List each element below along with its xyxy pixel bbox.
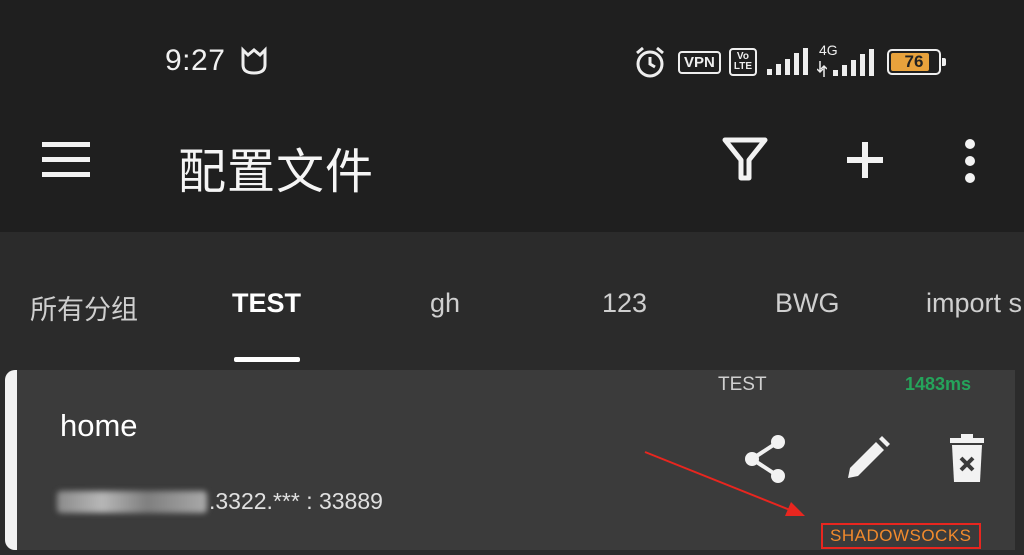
mi-logo-icon <box>241 46 267 75</box>
alarm-icon <box>636 46 664 78</box>
tab-all-groups[interactable]: 所有分组 <box>30 288 138 327</box>
selected-indicator <box>5 370 17 550</box>
profile-latency: 1483ms <box>905 374 972 394</box>
tab-bwg[interactable]: BWG <box>775 288 840 319</box>
pencil-icon <box>848 436 890 478</box>
tab-123[interactable]: 123 <box>602 288 647 319</box>
share-icon <box>745 435 785 483</box>
filter-button[interactable] <box>722 136 772 186</box>
profile-type-badge: SHADOWSOCKS <box>821 523 981 549</box>
signal-icon <box>767 48 808 75</box>
edit-button[interactable] <box>840 432 894 486</box>
plus-icon <box>847 142 883 178</box>
tab-test[interactable]: TEST <box>232 288 301 319</box>
menu-button[interactable] <box>42 140 92 180</box>
battery-level: 76 <box>904 52 924 71</box>
share-button[interactable] <box>740 432 794 486</box>
battery-indicator: 76 <box>887 49 946 75</box>
delete-button[interactable] <box>940 432 994 486</box>
hamburger-menu-icon <box>42 142 90 177</box>
profile-group: TEST <box>718 374 767 395</box>
more-vertical-icon <box>965 139 975 183</box>
filter-icon <box>722 137 768 181</box>
group-tabs: 所有分组 TEST gh 123 BWG import s <box>0 232 1024 370</box>
active-tab-indicator <box>234 357 300 362</box>
vpn-badge: VPN <box>678 50 721 74</box>
status-icons: VPN Vo LTE 4G 76 <box>632 42 946 80</box>
mobile-data-signal: 4G <box>815 42 879 80</box>
app-bar: 9:27 VPN Vo LTE 4G 76 配置文件 <box>0 0 1024 232</box>
data-arrows-icon <box>817 61 827 77</box>
redacted-host <box>57 490 207 513</box>
app-screen: 科技老王 keijiaowang .com youtube .com/@科技老王… <box>0 0 1024 555</box>
page-title: 配置文件 <box>178 146 375 199</box>
status-time: 9:27 <box>165 44 226 77</box>
address-suffix: .3322.*** : 33889 <box>209 488 383 514</box>
tab-import[interactable]: import s <box>926 288 1022 319</box>
add-button[interactable] <box>842 136 892 186</box>
more-options-button[interactable] <box>950 136 990 186</box>
signal-icon <box>833 49 874 76</box>
tab-gh[interactable]: gh <box>430 288 460 319</box>
volte-badge: Vo LTE <box>728 48 757 76</box>
profile-address: .3322.*** : 33889 <box>57 488 383 515</box>
profile-card[interactable]: home TEST 1483ms .3322.*** : 33889 SHADO… <box>5 370 1015 550</box>
trash-icon <box>950 434 984 482</box>
profile-name: home <box>60 408 138 443</box>
